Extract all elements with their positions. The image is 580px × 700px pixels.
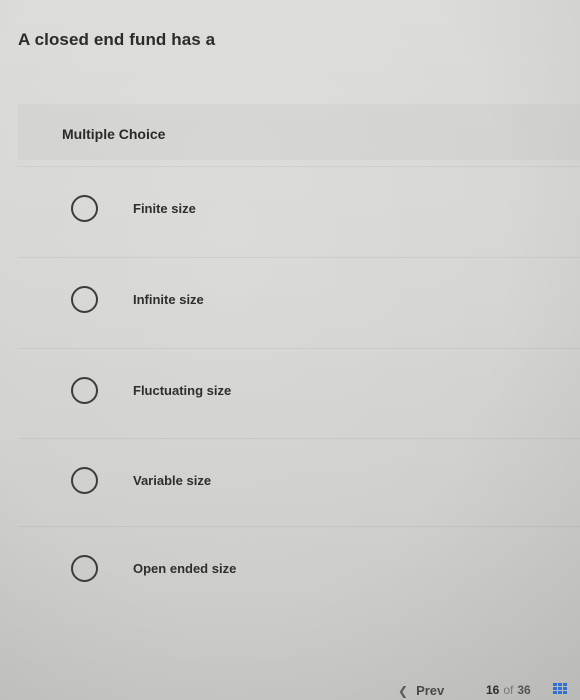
multiple-choice-card: Multiple Choice Finite size Infinite siz… bbox=[18, 104, 580, 664]
option-open-ended-size[interactable]: Open ended size bbox=[18, 526, 580, 617]
pagination-footer: ❮ Prev 16 of 36 bbox=[0, 680, 580, 700]
option-label: Fluctuating size bbox=[133, 383, 232, 398]
grid-icon[interactable] bbox=[553, 683, 568, 697]
option-label: Variable size bbox=[133, 473, 212, 488]
current-page: 16 bbox=[486, 683, 500, 697]
option-label: Infinite size bbox=[133, 292, 204, 307]
question-text: A closed end fund has a bbox=[18, 30, 216, 49]
radio-button-icon[interactable] bbox=[71, 467, 98, 494]
total-pages: 36 bbox=[517, 683, 531, 697]
option-infinite-size[interactable]: Infinite size bbox=[18, 257, 580, 348]
radio-button-icon[interactable] bbox=[71, 555, 98, 582]
radio-button-icon[interactable] bbox=[71, 286, 98, 313]
option-label: Open ended size bbox=[133, 561, 237, 576]
option-finite-size[interactable]: Finite size bbox=[18, 166, 580, 257]
prev-button[interactable]: ❮ Prev bbox=[398, 683, 444, 698]
option-fluctuating-size[interactable]: Fluctuating size bbox=[18, 348, 580, 439]
page-of-text: of bbox=[503, 683, 514, 697]
multiple-choice-title: Multiple Choice bbox=[62, 126, 166, 142]
option-variable-size[interactable]: Variable size bbox=[18, 438, 580, 529]
prev-label: Prev bbox=[416, 683, 445, 698]
chevron-left-icon: ❮ bbox=[398, 684, 409, 698]
page-indicator: 16 of 36 bbox=[486, 683, 531, 697]
radio-button-icon[interactable] bbox=[71, 195, 98, 222]
multiple-choice-header: Multiple Choice bbox=[18, 104, 580, 160]
radio-button-icon[interactable] bbox=[71, 377, 98, 404]
option-label: Finite size bbox=[133, 201, 196, 216]
